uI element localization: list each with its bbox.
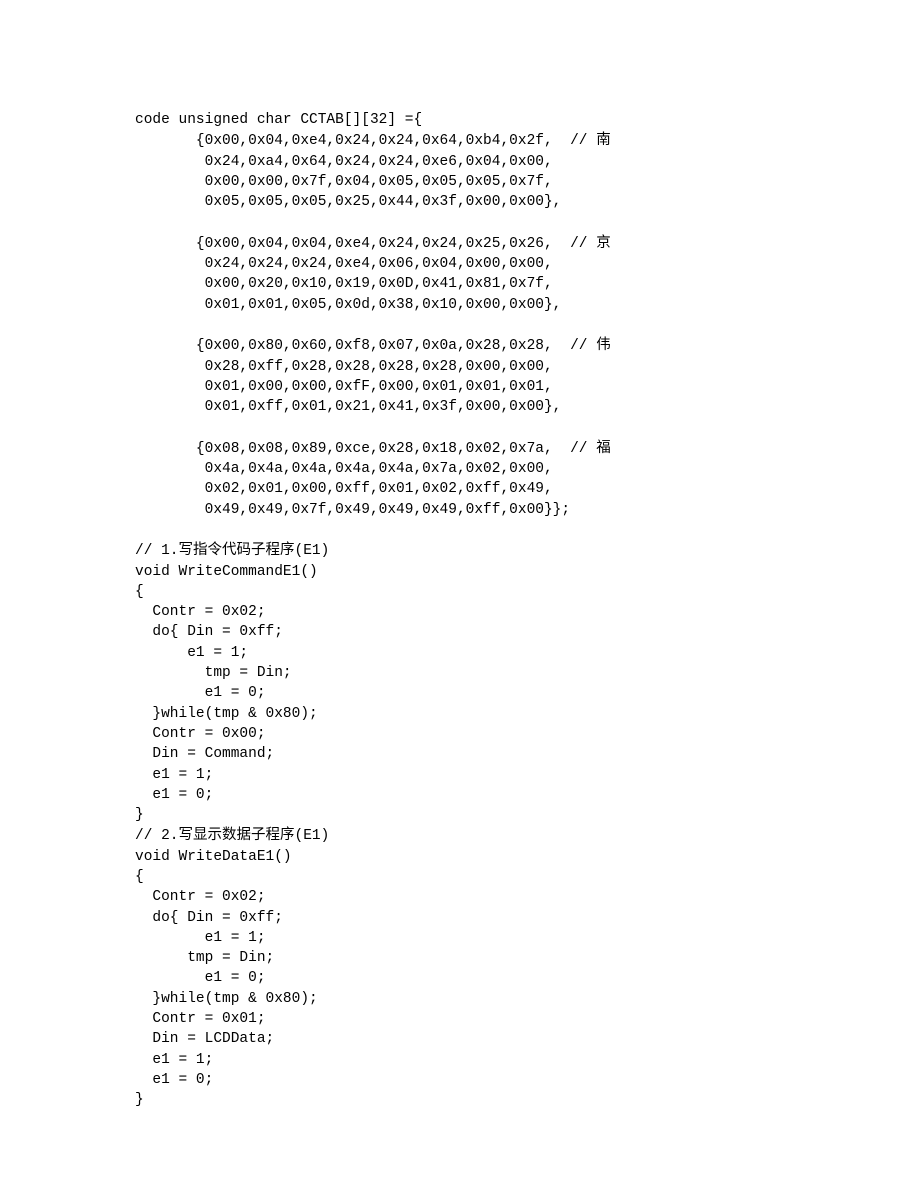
code-line: e1 = 0; (135, 787, 213, 803)
code-line: e1 = 0; (135, 1072, 213, 1088)
code-line: { (135, 584, 144, 600)
code-line: {0x00,0x04,0x04,0xe4,0x24,0x24,0x25,0x26… (135, 236, 596, 252)
code-line: 0x49,0x49,0x7f,0x49,0x49,0x49,0xff,0x00}… (135, 502, 570, 518)
code-line: void WriteCommandE1() (135, 564, 318, 580)
code-line: e1 = 1; (135, 645, 248, 661)
code-line: e1 = 1; (135, 930, 266, 946)
code-line: 0x24,0xa4,0x64,0x24,0x24,0xe6,0x04,0x00, (135, 154, 553, 170)
comment-cjk: 写指令代码子程序 (179, 542, 295, 558)
code-line: tmp = Din; (135, 950, 274, 966)
code-line: {0x00,0x04,0xe4,0x24,0x24,0x64,0xb4,0x2f… (135, 133, 596, 149)
code-line: e1 = 1; (135, 767, 213, 783)
code-line: Din = Command; (135, 746, 274, 762)
code-line: void WriteDataE1() (135, 849, 292, 865)
code-line: (E1) (295, 543, 330, 559)
code-line: 0x01,0x00,0x00,0xfF,0x00,0x01,0x01,0x01, (135, 379, 553, 395)
code-line: {0x08,0x08,0x89,0xce,0x28,0x18,0x02,0x7a… (135, 441, 596, 457)
comment-cjk: 写显示数据子程序 (179, 827, 295, 843)
code-line: Contr = 0x02; (135, 889, 266, 905)
code-line: 0x00,0x20,0x10,0x19,0x0D,0x41,0x81,0x7f, (135, 276, 553, 292)
code-line: do{ Din = 0xff; (135, 624, 283, 640)
comment-cjk: 福 (596, 440, 611, 456)
code-line: }while(tmp & 0x80); (135, 991, 318, 1007)
code-line: {0x00,0x80,0x60,0xf8,0x07,0x0a,0x28,0x28… (135, 338, 596, 354)
comment-cjk: 京 (596, 235, 611, 251)
code-line: 0x05,0x05,0x05,0x25,0x44,0x3f,0x00,0x00}… (135, 194, 561, 210)
code-page: code unsigned char CCTAB[][32] ={ {0x00,… (0, 0, 920, 1191)
code-line: 0x00,0x00,0x7f,0x04,0x05,0x05,0x05,0x7f, (135, 174, 553, 190)
code-line: code unsigned char CCTAB[][32] ={ (135, 112, 422, 128)
code-line: } (135, 1092, 144, 1108)
code-line: }while(tmp & 0x80); (135, 706, 318, 722)
code-line: tmp = Din; (135, 665, 292, 681)
code-line: e1 = 0; (135, 685, 266, 701)
code-line: Contr = 0x02; (135, 604, 266, 620)
code-line: do{ Din = 0xff; (135, 910, 283, 926)
code-line: { (135, 869, 144, 885)
comment-cjk: 南 (596, 132, 611, 148)
code-line: } (135, 807, 144, 823)
code-line: // 1. (135, 543, 179, 559)
code-line: 0x01,0x01,0x05,0x0d,0x38,0x10,0x00,0x00}… (135, 297, 561, 313)
code-line: e1 = 1; (135, 1052, 213, 1068)
code-line: Din = LCDData; (135, 1031, 274, 1047)
code-line: 0x02,0x01,0x00,0xff,0x01,0x02,0xff,0x49, (135, 481, 553, 497)
code-line: Contr = 0x01; (135, 1011, 266, 1027)
code-line: 0x01,0xff,0x01,0x21,0x41,0x3f,0x00,0x00}… (135, 399, 561, 415)
code-line: 0x28,0xff,0x28,0x28,0x28,0x28,0x00,0x00, (135, 359, 553, 375)
code-line: 0x4a,0x4a,0x4a,0x4a,0x4a,0x7a,0x02,0x00, (135, 461, 553, 477)
code-line: Contr = 0x00; (135, 726, 266, 742)
code-line: // 2. (135, 828, 179, 844)
code-line: e1 = 0; (135, 970, 266, 986)
code-line: 0x24,0x24,0x24,0xe4,0x06,0x04,0x00,0x00, (135, 256, 553, 272)
code-line: (E1) (295, 828, 330, 844)
comment-cjk: 伟 (596, 337, 611, 353)
